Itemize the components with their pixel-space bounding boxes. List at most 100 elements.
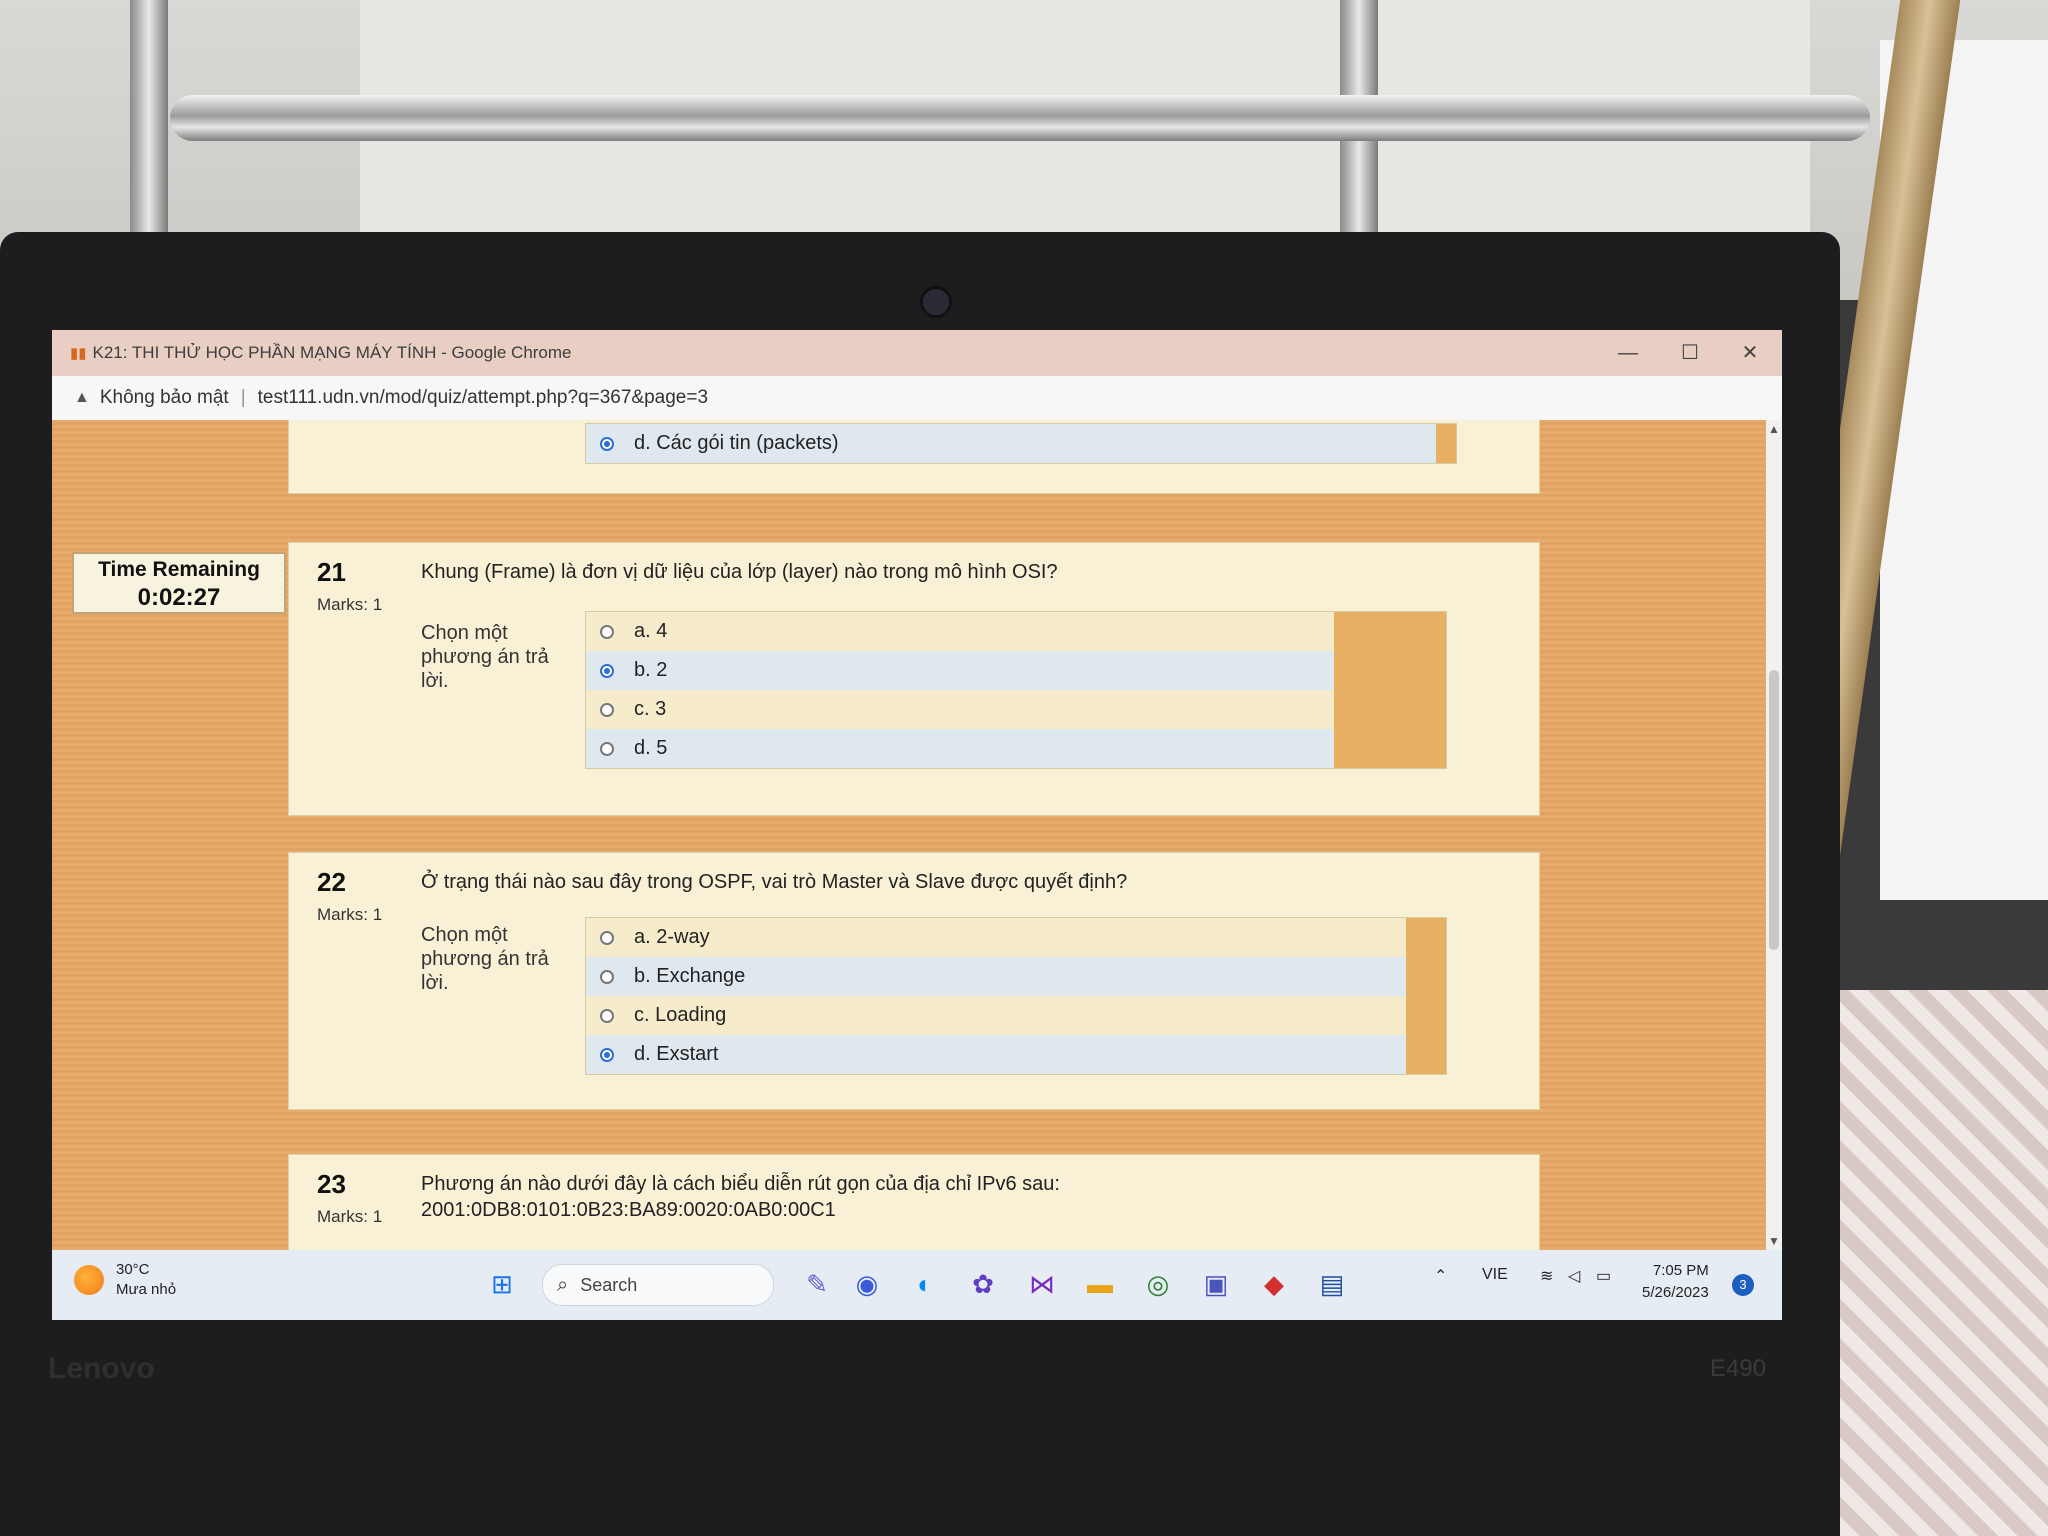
word-icon[interactable]: ▤ — [1312, 1264, 1352, 1304]
answer-list-strip — [1406, 918, 1446, 1074]
window-titlebar: ▮▮ K21: THI THỬ HỌC PHẦN MẠNG MÁY TÍNH -… — [52, 330, 1782, 376]
answer-option-d[interactable]: d. Exstart — [586, 1035, 1446, 1074]
question-card-22: 22 Marks: 1 Ở trạng thái nào sau đây tro… — [288, 852, 1540, 1110]
radio-button[interactable] — [600, 663, 614, 678]
answer-list: a. 2-way b. Exchange c. Loading d. Exsta… — [585, 917, 1447, 1075]
maximize-button[interactable]: ☐ — [1662, 330, 1718, 376]
answer-prompt: Chọn một phương án trả lời. — [421, 924, 549, 994]
radio-button[interactable] — [600, 930, 614, 945]
question-number: 23 — [317, 1169, 346, 1199]
answer-list-strip — [1436, 424, 1456, 463]
question-text: Ở trạng thái nào sau đây trong OSPF, vai… — [421, 871, 1128, 893]
scroll-down-icon[interactable]: ▼ — [1768, 1234, 1780, 1248]
file-explorer-icon[interactable]: ▬ — [1080, 1264, 1120, 1304]
answer-option-c[interactable]: c. 3 — [586, 690, 1446, 729]
answer-option-c[interactable]: c. Loading — [586, 996, 1446, 1035]
search-label: Search — [580, 1274, 638, 1295]
radio-button[interactable] — [600, 741, 614, 756]
scroll-up-icon[interactable]: ▲ — [1768, 422, 1780, 436]
answer-option[interactable]: d. Các gói tin (packets) — [586, 424, 1456, 463]
laptop-brand: Lenovo — [48, 1352, 155, 1385]
answer-label: c. Loading — [634, 1004, 727, 1026]
weather-icon — [74, 1265, 104, 1295]
question-card-previous: d. Các gói tin (packets) — [288, 420, 1540, 494]
volume-icon[interactable]: ◁ — [1568, 1266, 1580, 1286]
address-bar[interactable]: ▲ Không bảo mật | test111.udn.vn/mod/qui… — [52, 376, 1782, 421]
answer-label: d. 5 — [634, 737, 668, 759]
answer-option-d[interactable]: d. 5 — [586, 729, 1446, 768]
visual-studio-icon[interactable]: ⋈ — [1022, 1264, 1062, 1304]
chat-icon[interactable]: ◉ — [847, 1264, 887, 1304]
question-text: Khung (Frame) là đơn vị dữ liệu của lớp … — [421, 561, 1058, 583]
teams-icon[interactable]: ▣ — [1196, 1264, 1236, 1304]
address-separator: | — [240, 387, 246, 408]
moodle-icon: ▮▮ — [70, 345, 87, 362]
answer-label: d. Các gói tin (packets) — [634, 432, 839, 454]
question-text: Phương án nào dưới đây là cách biểu diễn… — [421, 1171, 1481, 1223]
language-indicator[interactable]: VIE — [1482, 1266, 1508, 1284]
edge-icon[interactable]: ◐ — [905, 1264, 945, 1304]
acrobat-icon[interactable]: ◆ — [1254, 1264, 1294, 1304]
radio-button[interactable] — [600, 1008, 614, 1023]
windows-start-icon[interactable]: ⊞ — [482, 1264, 522, 1304]
question-marks: Marks: 1 — [317, 905, 383, 924]
url-text[interactable]: test111.udn.vn/mod/quiz/attempt.php?q=36… — [258, 387, 708, 409]
notification-badge[interactable]: 3 — [1732, 1274, 1754, 1296]
answer-list-strip — [1334, 612, 1446, 768]
answer-label: b. Exchange — [634, 965, 746, 987]
question-card-23: 23 Marks: 1 Phương án nào dưới đây là cá… — [288, 1154, 1540, 1250]
wifi-icon[interactable]: ≋ — [1540, 1266, 1553, 1286]
answer-option-b[interactable]: b. Exchange — [586, 957, 1446, 996]
radio-button[interactable] — [600, 1047, 614, 1062]
weather-temp: 30°C — [116, 1261, 150, 1278]
close-button[interactable]: ✕ — [1722, 330, 1778, 376]
radio-button[interactable] — [600, 969, 614, 984]
window-title: K21: THI THỬ HỌC PHẦN MẠNG MÁY TÍNH - Go… — [92, 343, 572, 362]
minimize-button[interactable]: — — [1600, 330, 1656, 376]
background-post — [130, 0, 168, 260]
question-card-21: 21 Marks: 1 Khung (Frame) là đơn vị dữ l… — [288, 542, 1540, 816]
background-rail — [170, 95, 1870, 141]
quiz-page: d. Các gói tin (packets) Time Remaining … — [52, 420, 1766, 1250]
search-icon: ⌕ — [557, 1273, 569, 1296]
answer-prompt: Chọn một phương án trả lời. — [421, 622, 549, 692]
chrome-icon[interactable]: ◎ — [1138, 1264, 1178, 1304]
taskbar-clock[interactable]: 7:05 PM 5/26/2023 — [1642, 1260, 1709, 1304]
answer-label: a. 2-way — [634, 926, 710, 948]
answer-list: d. Các gói tin (packets) — [585, 423, 1457, 464]
clock-time: 7:05 PM — [1652, 1262, 1709, 1279]
laptop-screen: ▮▮ K21: THI THỬ HỌC PHẦN MẠNG MÁY TÍNH -… — [52, 330, 1782, 1320]
answer-list: a. 4 b. 2 c. 3 d. 5 — [585, 611, 1447, 769]
page-scrollbar[interactable]: ▲ ▼ — [1766, 420, 1782, 1250]
radio-button[interactable] — [600, 702, 614, 717]
timer-value: 0:02:27 — [137, 584, 221, 611]
question-text-line2: 2001:0DB8:0101:0B23:BA89:0020:0AB0:00C1 — [421, 1199, 836, 1221]
question-number: 21 — [317, 557, 346, 587]
timer-label: Time Remaining — [98, 558, 260, 581]
radio-button[interactable] — [600, 436, 614, 451]
taskbar-search[interactable]: ⌕ Search — [542, 1264, 774, 1306]
clock-date: 5/26/2023 — [1642, 1284, 1709, 1301]
widgets-icon[interactable]: ✎ — [797, 1264, 837, 1304]
question-marks: Marks: 1 — [317, 595, 383, 614]
answer-option-a[interactable]: a. 2-way — [586, 918, 1446, 957]
scrollbar-thumb[interactable] — [1769, 670, 1779, 950]
question-marks: Marks: 1 — [317, 1207, 383, 1226]
security-label[interactable]: Không bảo mật — [100, 387, 229, 409]
weather-desc: Mưa nhỏ — [116, 1281, 177, 1298]
answer-label: a. 4 — [634, 620, 668, 642]
copilot-icon[interactable]: ✿ — [963, 1264, 1003, 1304]
background-floor — [1820, 990, 2048, 1536]
laptop-model: E490 — [1710, 1355, 1767, 1382]
weather-widget[interactable]: 30°C Mưa nhỏ — [74, 1260, 176, 1300]
answer-label: c. 3 — [634, 698, 667, 720]
warning-icon: ▲ — [74, 389, 90, 406]
question-text-line1: Phương án nào dưới đây là cách biểu diễn… — [421, 1173, 1060, 1195]
answer-option-b[interactable]: b. 2 — [586, 651, 1446, 690]
answer-label: d. Exstart — [634, 1043, 719, 1065]
battery-icon[interactable]: ▭ — [1596, 1266, 1611, 1286]
radio-button[interactable] — [600, 624, 614, 639]
answer-option-a[interactable]: a. 4 — [586, 612, 1446, 651]
tray-overflow-icon[interactable]: ⌃ — [1434, 1266, 1447, 1286]
webcam — [920, 286, 952, 318]
